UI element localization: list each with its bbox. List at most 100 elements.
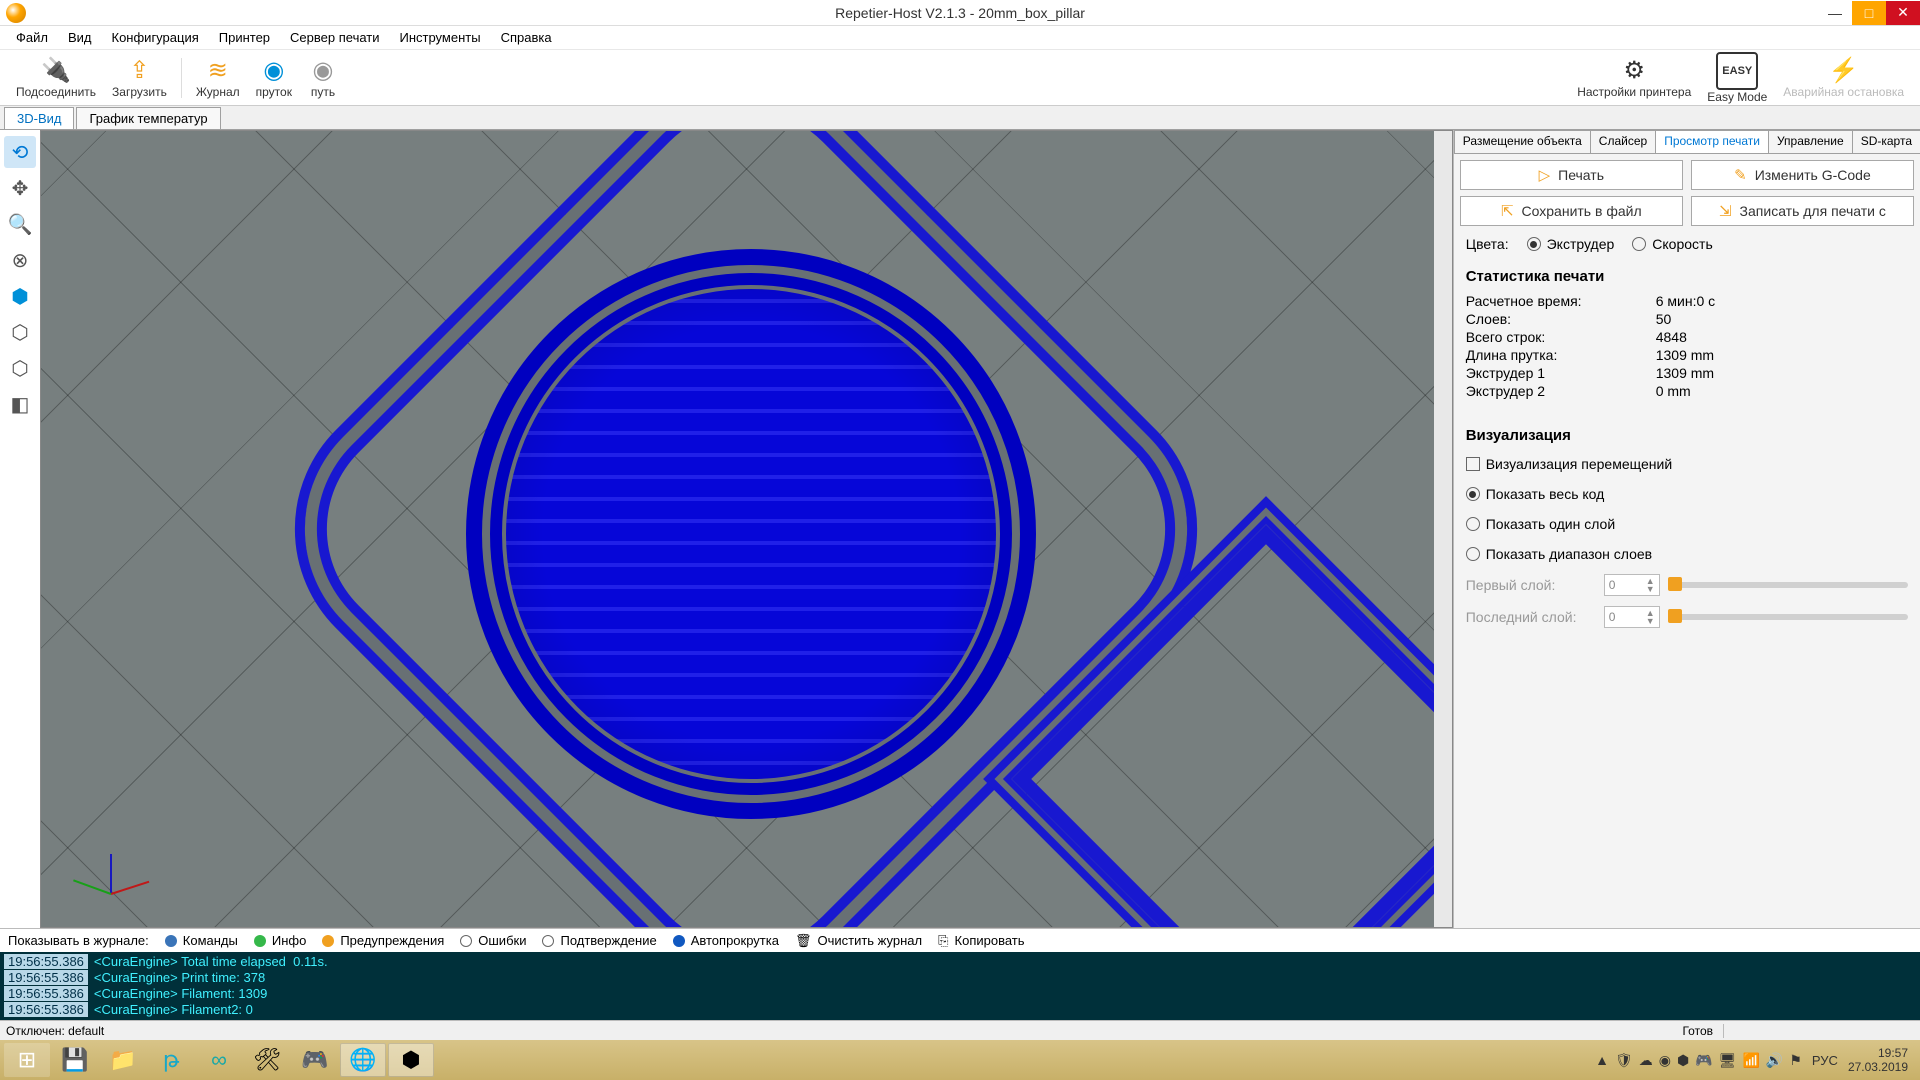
filament-button[interactable]: ◉пруток [248,55,300,101]
menu-file[interactable]: Файл [6,28,58,47]
minimize-button[interactable]: — [1818,1,1852,25]
zoom-tool[interactable]: 🔍 [4,208,36,240]
tab-object-placement[interactable]: Размещение объекта [1454,130,1591,153]
menu-view[interactable]: Вид [58,28,102,47]
tray-icon[interactable]: ⚑ [1789,1052,1802,1069]
menu-config[interactable]: Конфигурация [102,28,209,47]
right-tabstrip: Размещение объекта Слайсер Просмотр печа… [1454,130,1920,154]
menubar: Файл Вид Конфигурация Принтер Сервер печ… [0,26,1920,50]
model-infill [506,289,996,779]
tray-icon[interactable]: ▲ [1595,1052,1609,1069]
taskbar-app[interactable]: 🎮 [292,1043,338,1077]
menu-help[interactable]: Справка [491,28,562,47]
filter-ack[interactable]: Подтверждение [542,933,656,948]
tray-icon[interactable]: 🎮 [1695,1052,1712,1069]
log-timestamp: 19:56:55.386 [4,954,88,969]
copy-icon: ⎘ [938,933,948,949]
start-button[interactable]: ⊞ [4,1043,50,1077]
first-layer-input[interactable]: 0▲▼ [1604,574,1660,596]
taskbar-repetier[interactable]: ⬢ [388,1043,434,1077]
gear-icon: ⚙ [1623,57,1645,85]
connection-status: Отключен: default [6,1024,104,1038]
colors-label: Цвета: [1466,236,1509,252]
copy-log-button[interactable]: ⎘Копировать [938,933,1024,949]
taskbar-clock[interactable]: 19:57 27.03.2019 [1848,1046,1908,1074]
print-button[interactable]: ▷Печать [1460,160,1683,190]
tab-3d-view[interactable]: 3D-Вид [4,107,74,129]
filter-info[interactable]: Инфо [254,933,306,948]
right-panel: Размещение объекта Слайсер Просмотр печа… [1454,130,1920,928]
last-layer-slider[interactable] [1668,614,1908,620]
language-indicator[interactable]: РУС [1812,1053,1838,1068]
tray-icon[interactable]: 📶 [1742,1052,1759,1069]
tray-icons[interactable]: ▲ 🛡 ☁ ◉ ⬢ 🎮 🖥 📶 🔊 ⚑ [1595,1052,1802,1069]
3d-viewport[interactable] [40,130,1453,928]
toggle-autoscroll[interactable]: Автопрокрутка [673,933,779,948]
taskbar-app[interactable]: 💾 [52,1043,98,1077]
first-layer-slider[interactable] [1668,582,1908,588]
menu-tools[interactable]: Инструменты [390,28,491,47]
parallel-tool[interactable]: ◧ [4,388,36,420]
save-file-button[interactable]: ⇱Сохранить в файл [1460,196,1683,226]
menu-printserver[interactable]: Сервер печати [280,28,389,47]
tray-icon[interactable]: 🔊 [1766,1052,1783,1069]
filter-commands[interactable]: Команды [165,933,238,948]
bolt-icon: ⚡ [1829,57,1859,85]
radio-extruder[interactable]: Экструдер [1527,236,1615,252]
tab-sd-card[interactable]: SD-карта [1852,130,1920,153]
connect-button[interactable]: 🔌Подсоединить [8,55,104,101]
menu-printer[interactable]: Принтер [209,28,280,47]
taskbar-app[interactable]: 🛠 [244,1043,290,1077]
edit-gcode-button[interactable]: ✎Изменить G-Code [1691,160,1914,190]
top-view-tool[interactable]: ⬡ [4,352,36,384]
tab-temperature-chart[interactable]: График температур [76,107,220,129]
iso-view-tool[interactable]: ⬢ [4,280,36,312]
tray-icon[interactable]: 🛡 [1615,1052,1633,1069]
stat-value: 4848 [1656,329,1908,345]
log-view[interactable]: 19:56:55.386<CuraEngine> Total time elap… [0,952,1920,1020]
taskbar-explorer[interactable]: 📁 [100,1043,146,1077]
stat-value: 50 [1656,311,1908,327]
tray-icon[interactable]: ◉ [1659,1052,1671,1069]
taskbar-app[interactable]: թ [148,1043,194,1077]
front-view-tool[interactable]: ⬡ [4,316,36,348]
pan-tool[interactable]: ✥ [4,172,36,204]
divider [1723,1024,1724,1038]
log-button[interactable]: ≋Журнал [188,55,248,101]
radio-dot-icon [1466,487,1480,501]
tab-manual-control[interactable]: Управление [1768,130,1853,153]
checkbox-icon [1466,457,1480,471]
spinner-icon: ▲▼ [1646,577,1655,593]
viewport-scrollbar[interactable] [1434,131,1452,927]
tab-slicer[interactable]: Слайсер [1590,130,1656,153]
tray-icon[interactable]: ☁ [1639,1052,1653,1069]
tab-print-preview[interactable]: Просмотр печати [1655,130,1769,153]
easy-mode-button[interactable]: EASYEasy Mode [1699,50,1775,106]
radio-show-range[interactable]: Показать диапазон слоев [1460,542,1914,566]
travel-button[interactable]: ◉путь [300,55,346,101]
last-layer-input[interactable]: 0▲▼ [1604,606,1660,628]
taskbar-arduino[interactable]: ∞ [196,1043,242,1077]
filter-warnings[interactable]: Предупреждения [322,933,444,948]
taskbar-chrome[interactable]: 🌐 [340,1043,386,1077]
radio-show-all[interactable]: Показать весь код [1460,482,1914,506]
tray-icon[interactable]: ⬢ [1677,1052,1689,1069]
printer-settings-button[interactable]: ⚙Настройки принтера [1569,55,1699,101]
fit-tool[interactable]: ⊗ [4,244,36,276]
radio-show-single[interactable]: Показать один слой [1460,512,1914,536]
load-button[interactable]: ⇪Загрузить [104,55,175,101]
first-layer-row: Первый слой: 0▲▼ [1460,572,1914,598]
rotate-tool[interactable]: ⟲ [4,136,36,168]
chk-show-travel[interactable]: Визуализация перемещений [1460,452,1914,476]
filter-errors[interactable]: Ошибки [460,933,526,948]
tray-icon[interactable]: 🖥 [1719,1052,1737,1069]
eye-icon: ◉ [312,57,333,85]
radio-dot-icon [1527,237,1541,251]
maximize-button[interactable]: □ [1852,1,1886,25]
radio-speed[interactable]: Скорость [1632,236,1712,252]
save-sd-button[interactable]: ⇲Записать для печати с [1691,196,1914,226]
close-button[interactable]: ✕ [1886,1,1920,25]
clear-log-button[interactable]: 🗑Очистить журнал [795,933,922,949]
emergency-stop-button[interactable]: ⚡Аварийная остановка [1775,55,1912,101]
stat-value: 1309 mm [1656,347,1908,363]
